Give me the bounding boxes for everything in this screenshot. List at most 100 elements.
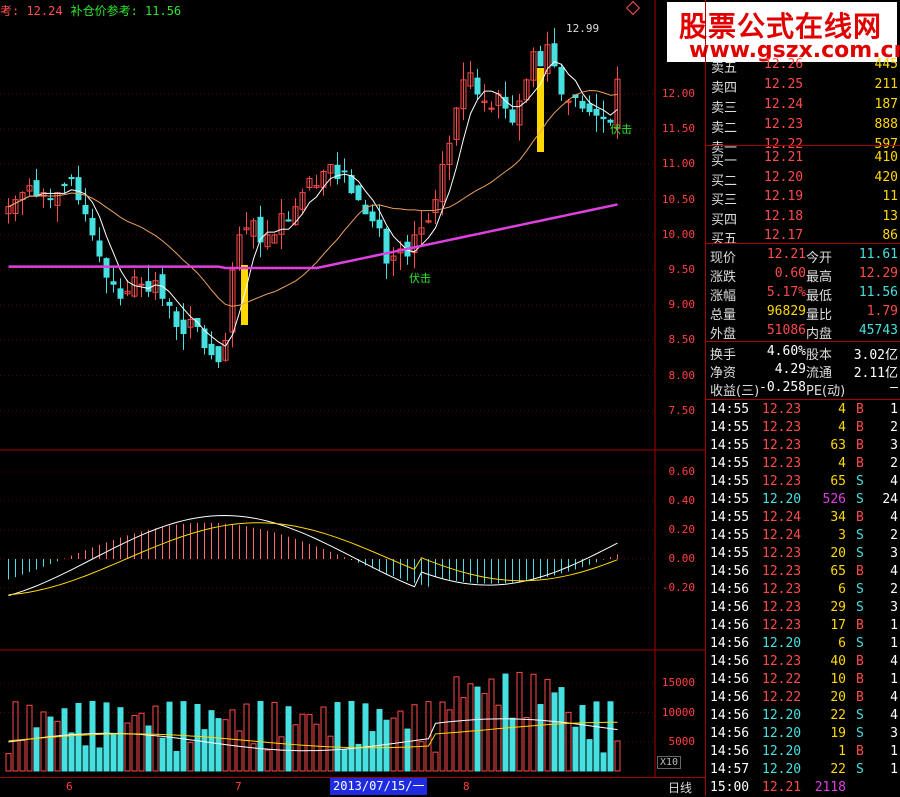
panel-cell: 14:56 bbox=[710, 654, 750, 669]
panel-cell: B bbox=[856, 672, 864, 687]
panel-cell: 2 bbox=[890, 582, 898, 597]
candle bbox=[68, 177, 75, 180]
panel-cell: 12.23 bbox=[762, 654, 802, 669]
panel-cell: 12.23 bbox=[762, 546, 802, 561]
panel-cell: 内盘 bbox=[806, 327, 833, 342]
panel-cell: 12.20 bbox=[762, 726, 802, 741]
panel-cell: 14:57 bbox=[710, 762, 750, 777]
signal-label: 伏击 bbox=[610, 123, 632, 136]
panel-cell: 526 bbox=[822, 492, 846, 507]
panel-cell: B bbox=[856, 420, 864, 435]
axis-label: 9.00 bbox=[668, 298, 696, 312]
panel-cell: 2 bbox=[890, 456, 898, 471]
quote-row: 涨跌 0.60 最高 12.29 bbox=[706, 265, 900, 285]
volume-bar bbox=[572, 726, 579, 772]
volume-bar bbox=[138, 712, 145, 772]
panel-cell: B bbox=[856, 744, 864, 759]
high-annotation: 12.99 bbox=[566, 22, 600, 35]
panel-cell: 4 bbox=[838, 420, 846, 435]
candle bbox=[600, 116, 607, 120]
volume-bar bbox=[320, 706, 327, 772]
candle bbox=[89, 217, 96, 236]
volume-bar bbox=[159, 737, 166, 772]
ma20-line bbox=[8, 89, 618, 307]
candle bbox=[509, 109, 516, 123]
candle bbox=[537, 51, 544, 67]
panel-cell: 12.23 bbox=[762, 600, 802, 615]
panel-cell: 外盘 bbox=[710, 327, 737, 342]
volume-bar bbox=[614, 740, 621, 772]
panel-cell: 86 bbox=[882, 228, 898, 243]
panel-divider bbox=[706, 399, 900, 400]
scale-button[interactable]: X10 bbox=[657, 756, 682, 769]
volume-bar bbox=[257, 700, 264, 772]
volume-bar bbox=[89, 700, 96, 772]
panel-cell: 410 bbox=[874, 150, 898, 165]
panel-cell: 12.20 bbox=[762, 762, 802, 777]
volume-bar bbox=[327, 735, 334, 772]
volume-bar bbox=[383, 719, 390, 772]
candle bbox=[586, 103, 593, 113]
panel-cell: 11 bbox=[882, 189, 898, 204]
panel-cell: 14:56 bbox=[710, 726, 750, 741]
candle bbox=[110, 281, 117, 285]
ask-row: 卖四 12.25 211 bbox=[706, 76, 900, 96]
period-button[interactable]: 日线 bbox=[668, 779, 692, 796]
candle bbox=[103, 258, 110, 278]
axis-label: 0.60 bbox=[668, 465, 696, 478]
axis-label: 8.00 bbox=[668, 368, 696, 382]
panel-cell: 12.21 bbox=[762, 780, 802, 795]
panel-cell: B bbox=[856, 690, 864, 705]
panel-cell: 4 bbox=[890, 654, 898, 669]
tick-row: 14:57 12.20 22 S 1 bbox=[706, 761, 900, 779]
volume-bar bbox=[110, 734, 117, 772]
volume-bar bbox=[523, 717, 530, 772]
panel-cell: 17 bbox=[830, 618, 846, 633]
volume-bar bbox=[460, 697, 467, 772]
volume-bar bbox=[397, 710, 404, 772]
panel-cell: 涨跌 bbox=[710, 270, 737, 285]
panel-cell: 14:56 bbox=[710, 618, 750, 633]
volume-bar bbox=[145, 725, 152, 772]
bid-row: 买二 12.20 420 bbox=[706, 169, 900, 189]
tick-row: 15:00 12.21 2118 bbox=[706, 779, 900, 797]
tick-row: 14:56 12.20 19 S 3 bbox=[706, 725, 900, 743]
cursor-date: 2013/07/15/一 bbox=[330, 778, 428, 795]
panel-cell: S bbox=[856, 474, 864, 489]
axis-label: 0.20 bbox=[668, 523, 696, 536]
panel-cell: 3 bbox=[890, 438, 898, 453]
panel-cell: 3 bbox=[838, 528, 846, 543]
panel-cell: 12.20 bbox=[762, 708, 802, 723]
panel-cell: 1 bbox=[890, 402, 898, 417]
panel-cell: 1 bbox=[890, 636, 898, 651]
kline-chart[interactable] bbox=[0, 0, 705, 777]
panel-cell: 6 bbox=[838, 636, 846, 651]
candle bbox=[75, 177, 82, 201]
panel-cell: 12.23 bbox=[762, 582, 802, 597]
volume-bar bbox=[488, 678, 495, 772]
chart-area[interactable]: 考: 12.24 补仓价参考: 11.56 12.00 11.50 11.00 10.5… bbox=[0, 0, 705, 796]
volume-bar bbox=[96, 747, 103, 772]
axis-label: 10.50 bbox=[661, 192, 695, 206]
panel-cell: 888 bbox=[874, 117, 898, 132]
volume-bar bbox=[600, 752, 607, 772]
panel-cell: 12.23 bbox=[762, 438, 802, 453]
candle bbox=[376, 219, 383, 229]
volume-bar bbox=[75, 702, 82, 772]
panel-cell: 4 bbox=[838, 456, 846, 471]
panel-cell: 19 bbox=[830, 726, 846, 741]
dif-line bbox=[8, 515, 618, 597]
panel-cell: 涨幅 bbox=[710, 289, 737, 304]
candle bbox=[166, 301, 173, 306]
volume-bar bbox=[152, 705, 159, 772]
panel-cell: 40 bbox=[830, 654, 846, 669]
tick-row: 14:56 12.20 1 B 1 bbox=[706, 743, 900, 761]
volume-bar bbox=[173, 750, 180, 772]
bid-row: 买一 12.21 410 bbox=[706, 149, 900, 169]
volume-bar bbox=[208, 710, 215, 772]
candle bbox=[47, 198, 54, 201]
panel-cell: 12.24 bbox=[762, 510, 802, 525]
panel-cell: B bbox=[856, 564, 864, 579]
axis-label: 11.00 bbox=[661, 157, 695, 171]
volume-bar bbox=[285, 706, 292, 772]
